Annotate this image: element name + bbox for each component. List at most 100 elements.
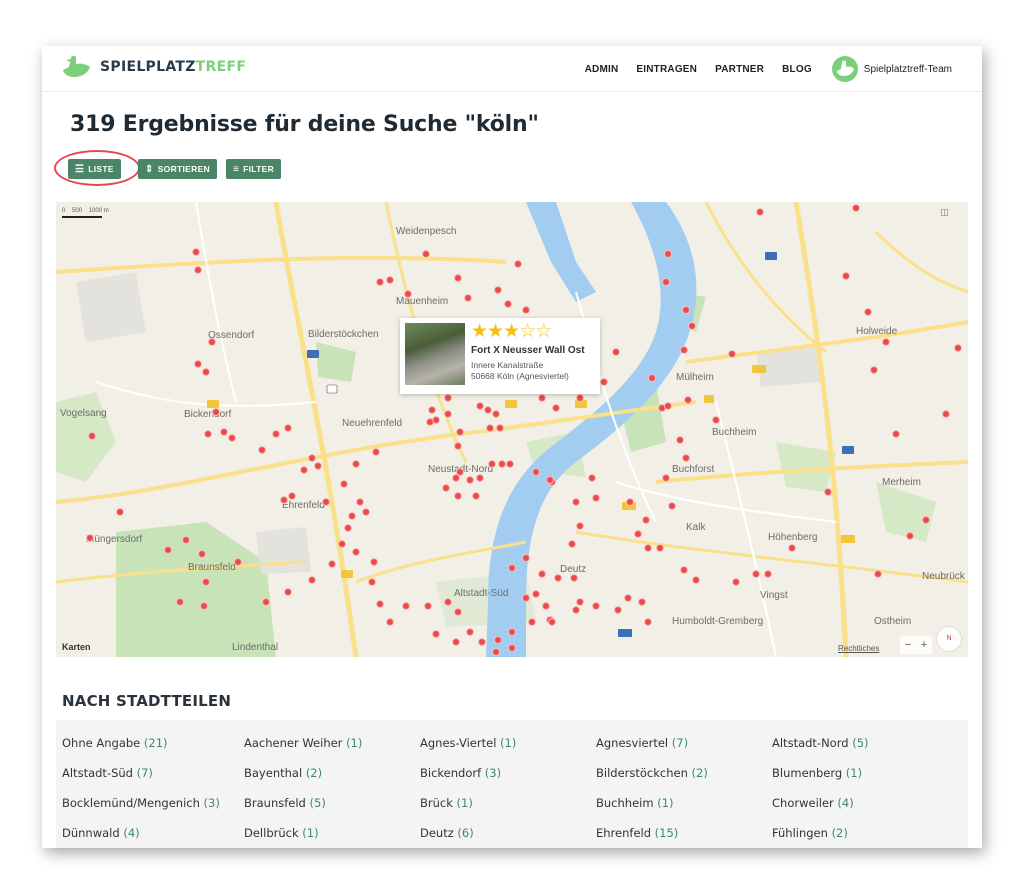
district-link[interactable]: Altstadt-Nord (5) xyxy=(772,736,869,750)
playground-marker[interactable] xyxy=(552,404,560,412)
playground-marker[interactable] xyxy=(906,532,914,540)
playground-marker[interactable] xyxy=(340,480,348,488)
district-link[interactable]: Braunsfeld (5) xyxy=(244,796,326,810)
playground-marker[interactable] xyxy=(280,496,288,504)
playground-marker[interactable] xyxy=(532,468,540,476)
playground-marker[interactable] xyxy=(284,588,292,596)
playground-marker[interactable] xyxy=(428,406,436,414)
playground-marker[interactable] xyxy=(456,428,464,436)
playground-marker[interactable] xyxy=(532,590,540,598)
playground-marker[interactable] xyxy=(204,430,212,438)
playground-marker[interactable] xyxy=(484,406,492,414)
playground-marker[interactable] xyxy=(662,474,670,482)
playground-marker[interactable] xyxy=(466,628,474,636)
playground-marker[interactable] xyxy=(308,576,316,584)
district-link[interactable]: Fühlingen (2) xyxy=(772,826,848,840)
playground-marker[interactable] xyxy=(86,534,94,542)
playground-marker[interactable] xyxy=(676,436,684,444)
playground-marker[interactable] xyxy=(454,608,462,616)
playground-marker[interactable] xyxy=(642,516,650,524)
playground-marker[interactable] xyxy=(508,628,516,636)
playground-marker[interactable] xyxy=(492,410,500,418)
district-link[interactable]: Aachener Weiher (1) xyxy=(244,736,362,750)
playground-marker[interactable] xyxy=(344,524,352,532)
playground-marker[interactable] xyxy=(764,570,772,578)
nav-blog[interactable]: BLOG xyxy=(782,64,812,75)
playground-marker[interactable] xyxy=(432,630,440,638)
playground-marker[interactable] xyxy=(592,494,600,502)
playground-marker[interactable] xyxy=(664,250,672,258)
playground-marker[interactable] xyxy=(200,602,208,610)
playground-marker[interactable] xyxy=(194,360,202,368)
playground-marker[interactable] xyxy=(664,402,672,410)
playground-marker[interactable] xyxy=(444,394,452,402)
playground-marker[interactable] xyxy=(328,560,336,568)
playground-marker[interactable] xyxy=(322,498,330,506)
playground-marker[interactable] xyxy=(352,548,360,556)
playground-marker[interactable] xyxy=(600,378,608,386)
playground-marker[interactable] xyxy=(548,618,556,626)
playground-marker[interactable] xyxy=(648,374,656,382)
playground-marker[interactable] xyxy=(638,598,646,606)
playground-marker[interactable] xyxy=(922,516,930,524)
playground-marker[interactable] xyxy=(668,502,676,510)
district-link[interactable]: Bocklemünd/Mengenich (3) xyxy=(62,796,220,810)
playground-marker[interactable] xyxy=(568,540,576,548)
district-link[interactable]: Chorweiler (4) xyxy=(772,796,854,810)
playground-marker[interactable] xyxy=(514,260,522,268)
playground-marker[interactable] xyxy=(338,540,346,548)
playground-marker[interactable] xyxy=(444,598,452,606)
playground-marker[interactable] xyxy=(624,594,632,602)
playground-marker[interactable] xyxy=(426,418,434,426)
playground-marker[interactable] xyxy=(454,442,462,450)
playground-marker[interactable] xyxy=(528,618,536,626)
playground-marker[interactable] xyxy=(554,574,562,582)
playground-marker[interactable] xyxy=(506,460,514,468)
playground-marker[interactable] xyxy=(486,424,494,432)
playground-marker[interactable] xyxy=(262,598,270,606)
filter-button[interactable]: ≡ FILTER xyxy=(226,159,282,179)
playground-marker[interactable] xyxy=(538,394,546,402)
playground-marker[interactable] xyxy=(576,522,584,530)
playground-marker[interactable] xyxy=(644,618,652,626)
playground-marker[interactable] xyxy=(442,484,450,492)
playground-marker[interactable] xyxy=(208,338,216,346)
district-link[interactable]: Blumenberg (1) xyxy=(772,766,862,780)
playground-marker[interactable] xyxy=(634,530,642,538)
playground-marker[interactable] xyxy=(662,278,670,286)
playground-marker[interactable] xyxy=(476,402,484,410)
playground-marker[interactable] xyxy=(522,554,530,562)
playground-marker[interactable] xyxy=(498,460,506,468)
legal-link[interactable]: Rechtliches xyxy=(838,644,879,653)
playground-marker[interactable] xyxy=(308,454,316,462)
playground-marker[interactable] xyxy=(824,488,832,496)
playground-marker[interactable] xyxy=(870,366,878,374)
playground-marker[interactable] xyxy=(680,346,688,354)
playground-marker[interactable] xyxy=(882,338,890,346)
playground-marker[interactable] xyxy=(542,602,550,610)
nav-eintragen[interactable]: EINTRAGEN xyxy=(636,64,697,75)
playground-popup[interactable]: ★★★☆☆ Fort X Neusser Wall Ost Innere Kan… xyxy=(400,318,600,394)
playground-marker[interactable] xyxy=(464,294,472,302)
compass-icon[interactable]: N xyxy=(936,626,962,652)
playground-marker[interactable] xyxy=(494,286,502,294)
playground-marker[interactable] xyxy=(712,416,720,424)
playground-marker[interactable] xyxy=(368,578,376,586)
playground-marker[interactable] xyxy=(592,602,600,610)
playground-marker[interactable] xyxy=(546,476,554,484)
playground-marker[interactable] xyxy=(852,204,860,212)
playground-marker[interactable] xyxy=(692,576,700,584)
playground-marker[interactable] xyxy=(842,272,850,280)
nav-admin[interactable]: ADMIN xyxy=(585,64,619,75)
district-link[interactable]: Ehrenfeld (15) xyxy=(596,826,678,840)
playground-marker[interactable] xyxy=(728,350,736,358)
playground-marker[interactable] xyxy=(300,466,308,474)
playground-marker[interactable] xyxy=(444,410,452,418)
playground-marker[interactable] xyxy=(212,408,220,416)
playground-marker[interactable] xyxy=(422,250,430,258)
playground-marker[interactable] xyxy=(572,606,580,614)
district-link[interactable]: Agnes-Viertel (1) xyxy=(420,736,516,750)
playground-marker[interactable] xyxy=(588,474,596,482)
playground-marker[interactable] xyxy=(272,430,280,438)
playground-marker[interactable] xyxy=(656,544,664,552)
